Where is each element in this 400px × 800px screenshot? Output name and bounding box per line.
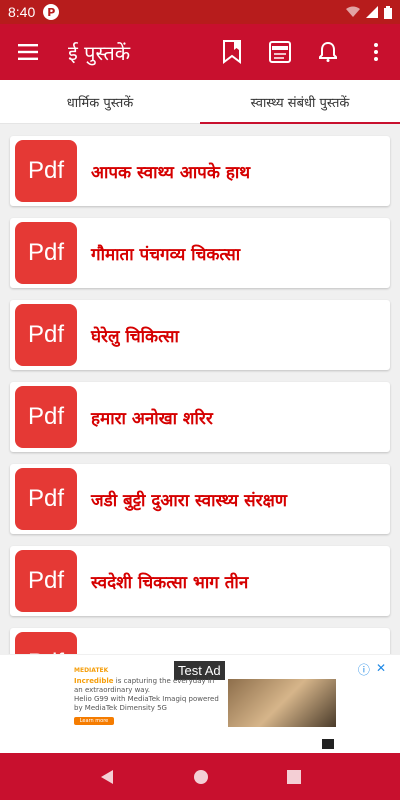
pdf-icon: Pdf [15,304,77,366]
close-icon[interactable]: ✕ [376,661,386,678]
list-item[interactable]: Pdf स्वदेशी चिकत्सा भाग तीन [10,546,390,616]
bookmarks-button[interactable] [208,24,256,80]
app-bar: ई पुस्तकें [0,24,400,80]
pdf-icon: Pdf [15,632,77,654]
pdf-icon: Pdf [15,222,77,284]
back-icon[interactable] [99,769,115,785]
tab-health-books[interactable]: स्वास्थ्य संबंधी पुस्तकें [200,80,400,124]
more-vert-icon [374,43,378,61]
ad-headline-highlight: Incredible [74,677,114,685]
ad-choices-icon[interactable] [322,739,334,749]
book-title: जडी बुट्टी दुआरा स्वास्थ्य संरक्षण [91,490,288,511]
wifi-icon [346,6,360,17]
list-item[interactable]: Pdf हमारा अनोखा शरिर [10,382,390,452]
book-list[interactable]: Pdf आपक स्वाथ्य आपके हाथ Pdf गौमाता पंचग… [0,124,400,654]
pdf-icon: Pdf [15,140,77,202]
status-bar: 8:40 P [0,0,400,24]
system-nav-bar [0,753,400,800]
book-title: घेरेलु चिकित्सा [91,326,179,347]
status-time: 8:40 [8,4,36,20]
ad-controls: ⓘ ✕ [358,661,386,678]
ad-text: Incredible is capturing the everyday in … [74,677,224,713]
book-title: स्वदेशी चिकत्सा भाग तीन [91,572,249,593]
ad-image[interactable] [228,679,336,727]
battery-icon [384,5,392,19]
pdf-icon: Pdf [15,550,77,612]
list-item[interactable]: Pdf जडी बुट्टी दुआरा स्वास्थ्य संरक्षण [10,464,390,534]
tab-religious-books[interactable]: धार्मिक पुस्तकें [0,80,200,123]
book-title: आपक स्वाथ्य आपके हाथ [91,162,251,183]
notifications-button[interactable] [304,24,352,80]
list-item[interactable]: Pdf आपक स्वाथ्य आपके हाथ [10,136,390,206]
ad-banner[interactable]: Test Ad ⓘ ✕ MEDIATEK Incredible is captu… [0,655,400,753]
book-title: गौमाता पंचगव्य चिकत्सा [91,244,241,265]
bookmark-icon [223,40,241,64]
ebook-icon [269,41,291,63]
ebook-button[interactable] [256,24,304,80]
hamburger-icon [18,44,38,60]
app-notification-icon: P [43,4,60,20]
tab-bar: धार्मिक पुस्तकें स्वास्थ्य संबंधी पुस्तक… [0,80,400,124]
signal-icon [366,6,378,18]
ad-cta-button[interactable]: Learn more [74,717,114,725]
home-icon[interactable] [193,769,209,785]
book-title: हमारा अनोखा शरिर [91,408,213,429]
list-item[interactable]: Pdf गौमाता पंचगव्य चिकत्सा [10,218,390,288]
bell-icon [319,42,337,62]
list-item[interactable]: Pdf [10,628,390,654]
list-item[interactable]: Pdf घेरेलु चिकित्सा [10,300,390,370]
pdf-icon: Pdf [15,468,77,530]
overflow-menu-button[interactable] [352,24,400,80]
ad-brand: MEDIATEK [74,667,109,674]
menu-button[interactable] [0,24,56,80]
info-icon[interactable]: ⓘ [358,661,370,678]
recents-icon[interactable] [287,769,301,784]
ad-subtext: Helio G99 with MediaTek Imagiq powered b… [74,695,219,712]
app-title: ई पुस्तकें [68,40,131,65]
pdf-icon: Pdf [15,386,77,448]
